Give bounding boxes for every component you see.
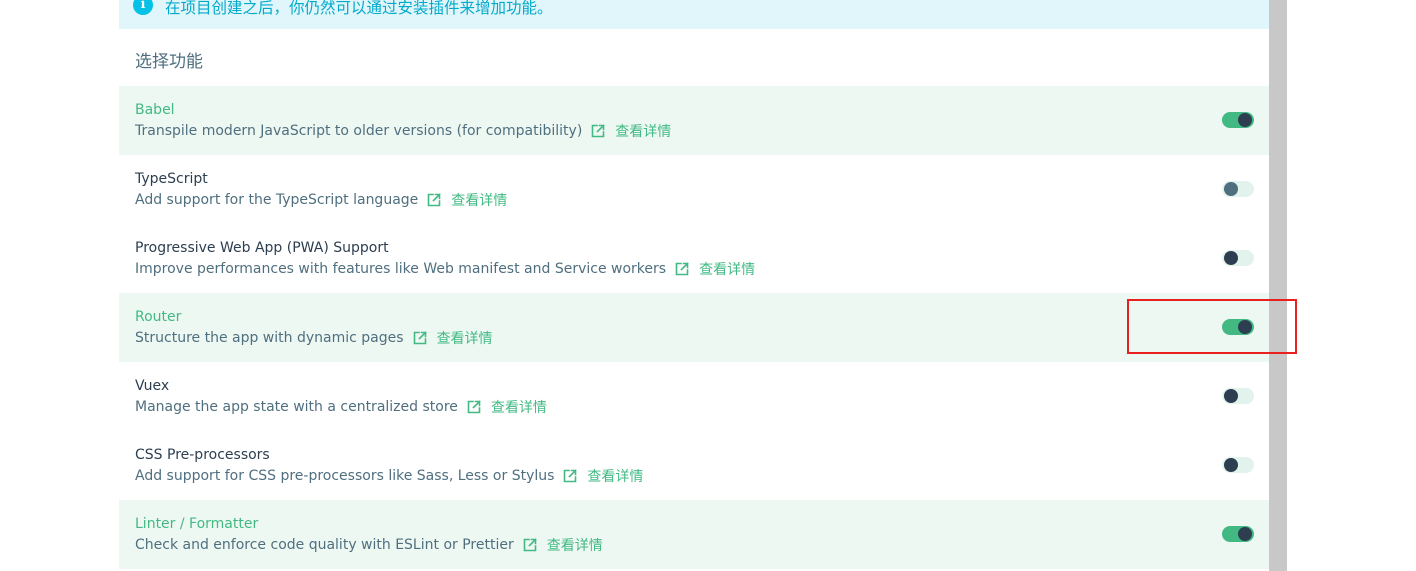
feature-toggle-switch[interactable] [1222,250,1254,266]
more-info-link[interactable]: 查看详情 [412,328,493,348]
feature-description-line: Transpile modern JavaScript to older ver… [135,121,671,141]
toggle-knob [1224,251,1238,265]
feature-description: Transpile modern JavaScript to older ver… [135,123,583,139]
feature-item[interactable]: Linter / Formatter Check and enforce code… [119,500,1269,569]
feature-description-line: Structure the app with dynamic pages 查看详情 [135,328,493,348]
feature-item[interactable]: Babel Transpile modern JavaScript to olde… [119,86,1269,155]
more-info-link-label: 查看详情 [546,538,603,554]
feature-name: TypeScript [135,171,208,187]
feature-item[interactable]: Progressive Web App (PWA) Support Improve… [119,224,1269,293]
feature-description-line: Add support for the TypeScript language 查… [135,190,507,210]
info-icon: i [133,0,153,15]
more-info-link[interactable]: 查看详情 [466,397,547,417]
more-info-link[interactable]: 查看详情 [426,190,507,210]
more-info-link-label: 查看详情 [436,331,493,347]
more-info-link-label: 查看详情 [699,262,756,278]
toggle-knob [1224,458,1238,472]
feature-toggle-switch[interactable] [1222,181,1254,197]
more-info-link[interactable]: 查看详情 [590,121,671,141]
more-info-link[interactable]: 查看详情 [674,259,755,279]
toggle-knob [1238,527,1252,541]
feature-item[interactable]: Router Structure the app with dynamic pag… [119,293,1269,362]
more-info-link-label: 查看详情 [615,124,672,140]
feature-item[interactable]: Vuex Manage the app state with a centrali… [119,362,1269,431]
feature-toggle-switch[interactable] [1222,112,1254,128]
more-info-link[interactable]: 查看详情 [522,535,603,555]
external-link-icon [467,400,481,414]
more-info-link[interactable]: 查看详情 [562,466,643,486]
feature-name: Router [135,309,182,325]
feature-description-line: Manage the app state with a centralized … [135,397,547,417]
feature-name: Linter / Formatter [135,516,259,532]
info-banner-text: 在项目创建之后，你仍然可以通过安装插件来增加功能。 [165,0,553,17]
external-link-icon [564,469,578,483]
feature-description: Manage the app state with a centralized … [135,399,458,415]
more-info-link-label: 查看详情 [451,193,508,209]
feature-toggle-switch[interactable] [1222,526,1254,542]
feature-description-line: Add support for CSS pre-processors like … [135,466,643,486]
feature-description: Structure the app with dynamic pages [135,330,404,346]
section-title: 选择功能 [135,52,203,72]
info-banner: i 在项目创建之后，你仍然可以通过安装插件来增加功能。 [119,0,1269,29]
toggle-knob [1224,182,1238,196]
external-link-icon [523,538,537,552]
external-link-icon [413,331,427,345]
external-link-icon [591,124,605,138]
feature-description: Check and enforce code quality with ESLi… [135,537,514,553]
annotation-highlight-box [1127,299,1297,354]
external-link-icon [675,262,689,276]
feature-toggle-switch[interactable] [1222,457,1254,473]
feature-name: Vuex [135,378,170,394]
feature-toggle-switch[interactable] [1222,388,1254,404]
feature-name: Progressive Web App (PWA) Support [135,240,389,256]
external-link-icon [427,193,441,207]
feature-name: CSS Pre-processors [135,447,270,463]
feature-description-line: Improve performances with features like … [135,259,755,279]
more-info-link-label: 查看详情 [587,469,644,485]
feature-item[interactable]: TypeScript Add support for the TypeScript… [119,155,1269,224]
more-info-link-label: 查看详情 [490,400,547,416]
scrollbar[interactable] [1269,0,1287,571]
feature-description: Add support for CSS pre-processors like … [135,468,555,484]
feature-name: Babel [135,102,175,118]
feature-description-line: Check and enforce code quality with ESLi… [135,535,603,555]
feature-description: Add support for the TypeScript language [135,192,419,208]
feature-description: Improve performances with features like … [135,261,667,277]
feature-selection-panel: i 在项目创建之后，你仍然可以通过安装插件来增加功能。 选择功能 Babel Tr… [119,0,1269,571]
feature-item[interactable]: CSS Pre-processors Add support for CSS pr… [119,431,1269,500]
toggle-knob [1224,389,1238,403]
toggle-knob [1238,113,1252,127]
